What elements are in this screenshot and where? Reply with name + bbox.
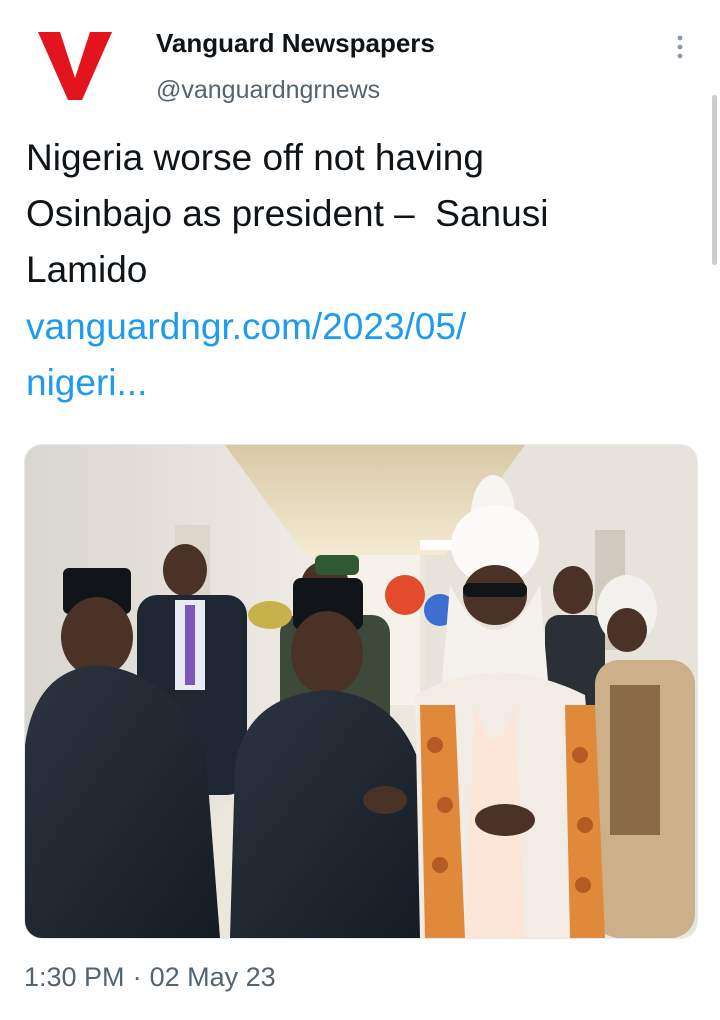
article-link[interactable]: vanguardngr.com/2023/05/ nigeri... — [26, 299, 686, 411]
tweet-date: 02 May 23 — [149, 962, 276, 992]
article-link-line: vanguardngr.com/2023/05/ — [26, 306, 467, 347]
author-handle[interactable]: @vanguardngrnews — [156, 76, 380, 105]
timestamp-separator: · — [132, 962, 142, 992]
more-vertical-icon — [677, 35, 683, 59]
tweet-text-line: Lamido — [26, 249, 148, 290]
tweet-text: Nigeria worse off not having Osinbajo as… — [26, 130, 686, 298]
author-name[interactable]: Vanguard Newspapers — [156, 28, 435, 59]
tweet-time: 1:30 PM — [24, 962, 125, 992]
tweet-timestamp[interactable]: 1:30 PM · 02 May 23 — [24, 962, 276, 993]
article-link-line: nigeri... — [26, 362, 148, 403]
tweet-text-line: Nigeria worse off not having — [26, 137, 484, 178]
vanguard-logo[interactable] — [30, 26, 120, 106]
tweet-card: Vanguard Newspapers @vanguardngrnews Nig… — [0, 0, 720, 1020]
tweet-text-line: Osinbajo as president – Sanusi — [26, 193, 549, 234]
more-options-button[interactable] — [664, 30, 696, 64]
tweet-photo[interactable] — [24, 444, 698, 939]
scrollbar[interactable] — [712, 95, 717, 265]
